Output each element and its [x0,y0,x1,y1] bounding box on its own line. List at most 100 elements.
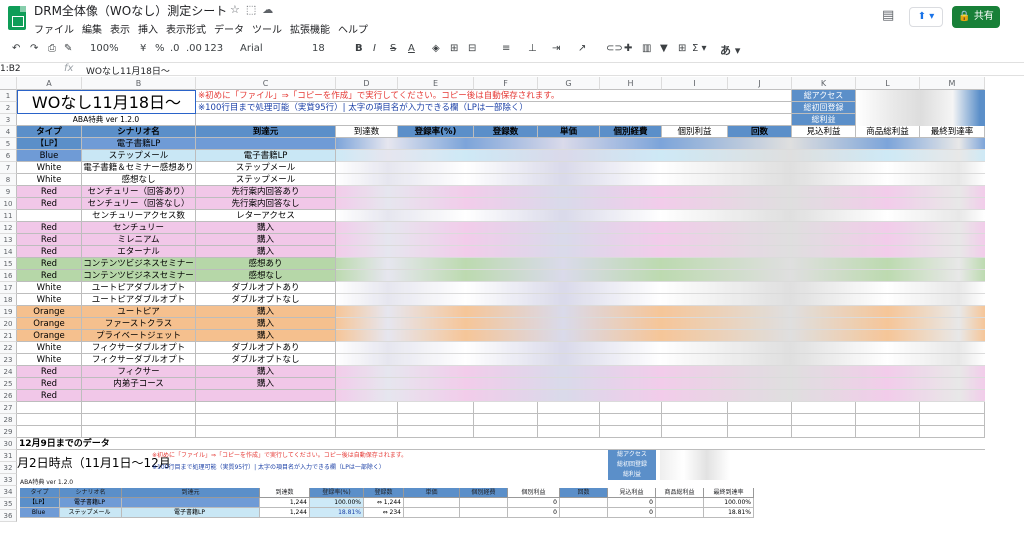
empty-cell[interactable] [82,414,196,426]
column-header-b[interactable]: B [82,77,196,90]
empty-cell[interactable] [728,426,792,438]
text-wrap-icon[interactable]: ⇥ [552,43,560,54]
empty-cell[interactable] [82,402,196,414]
empty-cell[interactable] [662,426,728,438]
mini-data-cell[interactable]: 18.81% [310,508,364,518]
empty-cell[interactable] [920,414,985,426]
column-header-k[interactable]: K [792,77,856,90]
star-icon[interactable]: ☆ [230,3,246,16]
redo-icon[interactable]: ↷ [30,43,38,54]
text-color-icon[interactable]: A [408,43,415,54]
source-cell[interactable]: ダブルオプトなし [196,294,336,306]
mini-data-cell[interactable] [404,508,460,518]
source-cell[interactable]: 購入 [196,234,336,246]
column-header-e[interactable]: E [398,77,474,90]
menu-help[interactable]: ヘルプ [338,21,368,36]
scenario-cell[interactable]: ミレニアム [82,234,196,246]
type-cell[interactable]: White [17,354,82,366]
row-header-12[interactable]: 12 [0,222,17,234]
row-header-21[interactable]: 21 [0,330,17,342]
type-cell[interactable]: White [17,342,82,354]
empty-cell[interactable] [17,426,82,438]
type-cell[interactable]: Red [17,246,82,258]
column-header-m[interactable]: M [920,77,985,90]
row-header-36[interactable]: 36 [0,510,17,522]
column-header-g[interactable]: G [538,77,600,90]
increase-decimal-button[interactable]: .00 [186,43,202,54]
empty-cell[interactable] [920,402,985,414]
type-cell[interactable] [17,210,82,222]
row-header-15[interactable]: 15 [0,258,17,270]
column-header-h[interactable]: H [600,77,662,90]
mini-data-cell[interactable]: 0 [508,498,560,508]
mini-data-cell[interactable]: 【LP】 [20,498,60,508]
empty-cell[interactable] [600,414,662,426]
source-cell[interactable]: ダブルオプトあり [196,342,336,354]
scenario-cell[interactable]: センチュリー（回答なし） [82,198,196,210]
mini-data-cell[interactable] [122,498,260,508]
type-cell[interactable]: White [17,294,82,306]
empty-cell[interactable] [538,414,600,426]
empty-cell[interactable] [662,414,728,426]
empty-cell[interactable] [17,402,82,414]
empty-cell[interactable] [538,426,600,438]
source-cell[interactable]: 購入 [196,306,336,318]
source-cell[interactable]: 先行案内回答あり [196,186,336,198]
mini-data-cell[interactable] [560,498,608,508]
empty-cell[interactable] [538,402,600,414]
zoom-select[interactable]: 100% [90,43,119,54]
row-header-14[interactable]: 14 [0,246,17,258]
empty-cell[interactable] [856,426,920,438]
merge-cells-icon[interactable]: ⊟ [468,43,476,54]
row-header-34[interactable]: 34 [0,486,17,498]
select-all-corner[interactable] [0,77,17,90]
scenario-cell[interactable] [82,390,196,402]
menu-view[interactable]: 表示 [110,21,130,36]
empty-cell[interactable] [792,414,856,426]
mini-data-cell[interactable]: 100.00% [704,498,754,508]
source-cell[interactable]: 購入 [196,246,336,258]
empty-cell[interactable] [196,114,792,126]
mini-data-cell[interactable]: 1,244 [260,498,310,508]
mini-data-cell[interactable] [656,508,704,518]
row-header-30[interactable]: 30 [0,438,17,450]
scenario-cell[interactable]: コンテンツビジネスセミナー [82,258,196,270]
type-cell[interactable]: White [17,162,82,174]
column-header-d[interactable]: D [336,77,398,90]
scenario-cell[interactable]: ユートピア [82,306,196,318]
scenario-cell[interactable]: 感想なし [82,174,196,186]
column-header-a[interactable]: A [17,77,82,90]
font-size-select[interactable]: 18 [312,43,325,54]
row-header-27[interactable]: 27 [0,402,17,414]
row-header-6[interactable]: 6 [0,150,17,162]
scenario-cell[interactable]: プライベートジェット [82,330,196,342]
mini-data-cell[interactable] [404,498,460,508]
empty-cell[interactable] [196,414,336,426]
mini-data-cell[interactable]: ⇔ 1,244 [364,498,404,508]
type-cell[interactable]: Orange [17,330,82,342]
empty-cell[interactable] [792,402,856,414]
row-header-24[interactable]: 24 [0,366,17,378]
document-title[interactable]: DRM全体像（WOなし）測定シート [34,2,227,19]
present-button[interactable]: ⬆ ▾ [909,7,943,27]
row-header-26[interactable]: 26 [0,390,17,402]
currency-format-button[interactable]: ¥ [140,43,146,54]
mini-data-cell[interactable]: 100.00% [310,498,364,508]
column-header-j[interactable]: J [728,77,792,90]
row-header-31[interactable]: 31 [0,450,17,462]
scenario-cell[interactable]: エターナル [82,246,196,258]
mini-data-cell[interactable]: 1,244 [260,508,310,518]
type-cell[interactable]: Orange [17,318,82,330]
mini-data-cell[interactable]: ⇔ 234 [364,508,404,518]
type-cell[interactable]: 【LP】 [17,138,82,150]
source-cell[interactable]: レターアクセス [196,210,336,222]
type-cell[interactable]: Red [17,222,82,234]
mini-data-cell[interactable]: 0 [508,508,560,518]
source-cell[interactable]: ステップメール [196,174,336,186]
menu-data[interactable]: データ [214,21,244,36]
comment-icon[interactable]: ▤ [882,8,894,23]
empty-cell[interactable] [196,402,336,414]
mini-data-cell[interactable]: 電子書籍LP [122,508,260,518]
insert-chart-icon[interactable]: ▥ [642,43,651,54]
sheets-logo-icon[interactable] [8,6,26,30]
